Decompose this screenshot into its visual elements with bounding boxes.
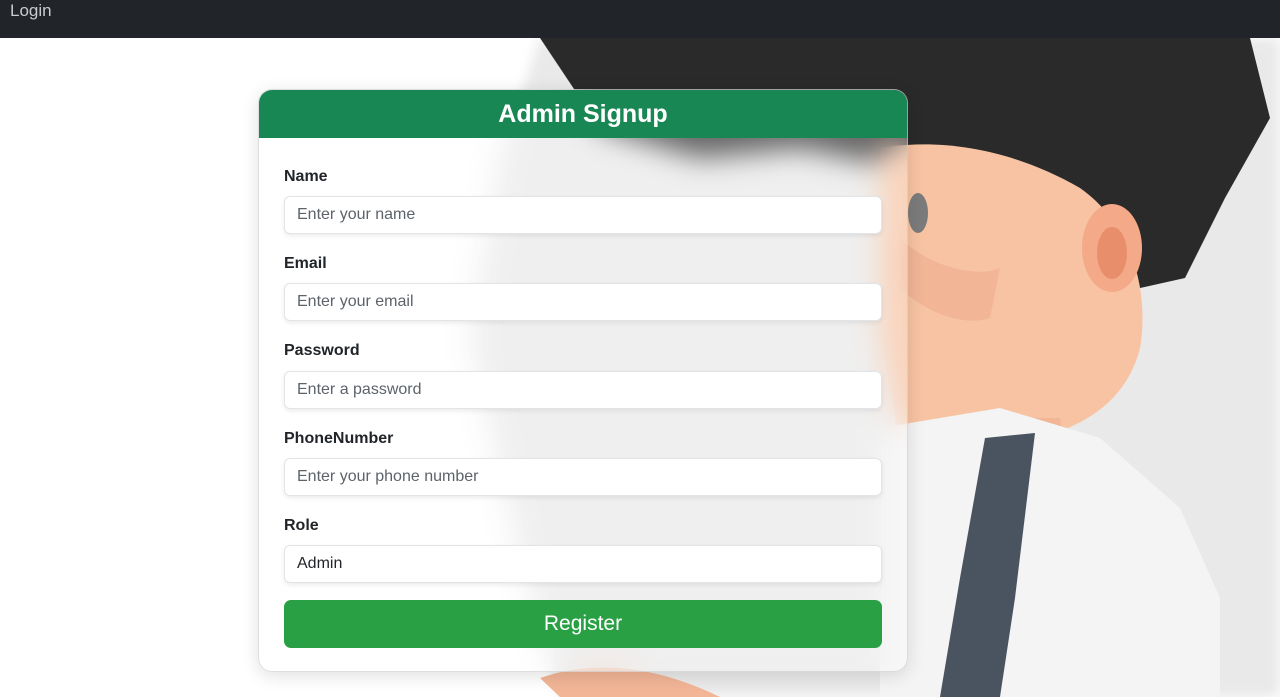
password-input[interactable]	[284, 371, 882, 409]
email-input[interactable]	[284, 283, 882, 321]
name-label: Name	[284, 168, 328, 185]
login-link[interactable]: Login	[10, 1, 52, 21]
card-title: Admin Signup	[259, 90, 907, 138]
phone-number-label: PhoneNumber	[284, 430, 394, 447]
admin-signup-card: Admin Signup Name Email Password PhoneNu…	[258, 89, 908, 672]
email-label: Email	[284, 255, 327, 272]
name-input[interactable]	[284, 196, 882, 234]
top-navbar: Login	[0, 0, 1280, 38]
register-button[interactable]: Register	[284, 600, 882, 648]
role-label: Role	[284, 517, 319, 534]
phone-number-input[interactable]	[284, 458, 882, 496]
role-input[interactable]: Admin	[284, 545, 882, 583]
password-label: Password	[284, 342, 360, 359]
